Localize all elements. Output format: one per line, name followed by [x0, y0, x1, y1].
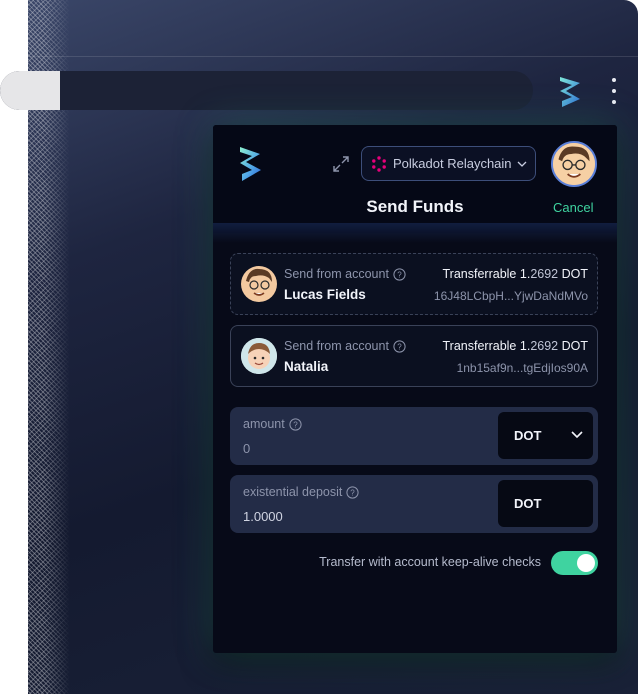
balance-unit: DOT [561, 339, 588, 353]
keep-alive-label: Transfer with account keep-alive checks [319, 555, 541, 569]
amount-unit-label: DOT [514, 428, 542, 443]
account-from-label: Send from account ? [284, 267, 406, 281]
amount-unit-select[interactable]: DOT [498, 412, 593, 459]
cancel-button[interactable]: Cancel [553, 200, 593, 215]
balance-dec: 2692 [530, 267, 559, 281]
existential-deposit-field: existential deposit ? 1.0000 DOT [230, 475, 598, 533]
account-from-label: Send from account ? [284, 339, 406, 353]
account-card-to[interactable]: Send from account ? Natalia Transferrabl… [230, 325, 598, 387]
balance-int: 1. [519, 267, 531, 281]
expand-icon[interactable] [332, 155, 350, 173]
deposit-unit-label: DOT [514, 496, 542, 511]
app-logo-icon [240, 147, 261, 181]
svg-text:?: ? [351, 488, 356, 497]
avatar-face-icon [553, 143, 595, 185]
account-card-from[interactable]: Send from account ? Lucas Fields Transfe… [230, 253, 598, 315]
deposit-value: 1.0000 [243, 509, 283, 524]
from-label-text: Send from account [284, 267, 389, 281]
chevron-down-icon [517, 161, 526, 167]
balance-unit: DOT [561, 267, 588, 281]
account-name: Natalia [284, 359, 329, 374]
avatar [241, 266, 277, 302]
help-icon[interactable]: ? [346, 485, 359, 499]
avatar [241, 338, 277, 374]
polkadot-icon [372, 155, 386, 172]
deposit-unit: DOT [498, 480, 593, 527]
help-icon[interactable]: ? [393, 339, 406, 353]
send-funds-popup: Polkadot Relaychain Send Funds Cancel Se… [213, 125, 617, 653]
avatar[interactable] [551, 141, 597, 187]
avatar-face-icon [241, 338, 277, 374]
balance-label: Transferrable [442, 267, 517, 281]
amount-field[interactable]: amount ? 0 DOT [230, 407, 598, 465]
account-address: 16J48LCbpH...YjwDaNdMVo [433, 289, 588, 303]
account-balance: Transferrable 1.2692 DOT [443, 339, 588, 353]
amount-label: amount ? [243, 417, 302, 431]
network-selector[interactable]: Polkadot Relaychain [361, 146, 536, 181]
toolbar-divider [28, 56, 638, 57]
deposit-label-text: existential deposit [243, 485, 343, 499]
svg-text:?: ? [397, 342, 402, 351]
toggle-knob [577, 554, 595, 572]
avatar-face-icon [241, 266, 277, 302]
amount-label-text: amount [243, 417, 285, 431]
balance-dec: 2692 [530, 339, 559, 353]
help-icon[interactable]: ? [393, 267, 406, 281]
from-label-text: Send from account [284, 339, 389, 353]
svg-text:?: ? [397, 270, 402, 279]
extension-logo-icon[interactable] [556, 73, 586, 109]
network-label: Polkadot Relaychain [393, 156, 512, 171]
balance-int: 1. [519, 339, 531, 353]
amount-input[interactable]: 0 [243, 441, 250, 456]
help-icon[interactable]: ? [289, 417, 302, 431]
account-name: Lucas Fields [284, 287, 366, 302]
chevron-down-icon [571, 431, 583, 439]
address-bar-edge [0, 71, 60, 110]
browser-menu-icon[interactable] [606, 78, 622, 104]
account-balance: Transferrable 1.2692 DOT [443, 267, 588, 281]
keep-alive-toggle[interactable] [551, 551, 598, 575]
account-address: 1nb15af9n...tgEdjIos90A [456, 361, 588, 375]
address-bar[interactable] [0, 71, 533, 110]
balance-label: Transferrable [442, 339, 517, 353]
svg-text:?: ? [293, 420, 298, 429]
deposit-label: existential deposit ? [243, 485, 359, 499]
header-glow [213, 223, 617, 243]
